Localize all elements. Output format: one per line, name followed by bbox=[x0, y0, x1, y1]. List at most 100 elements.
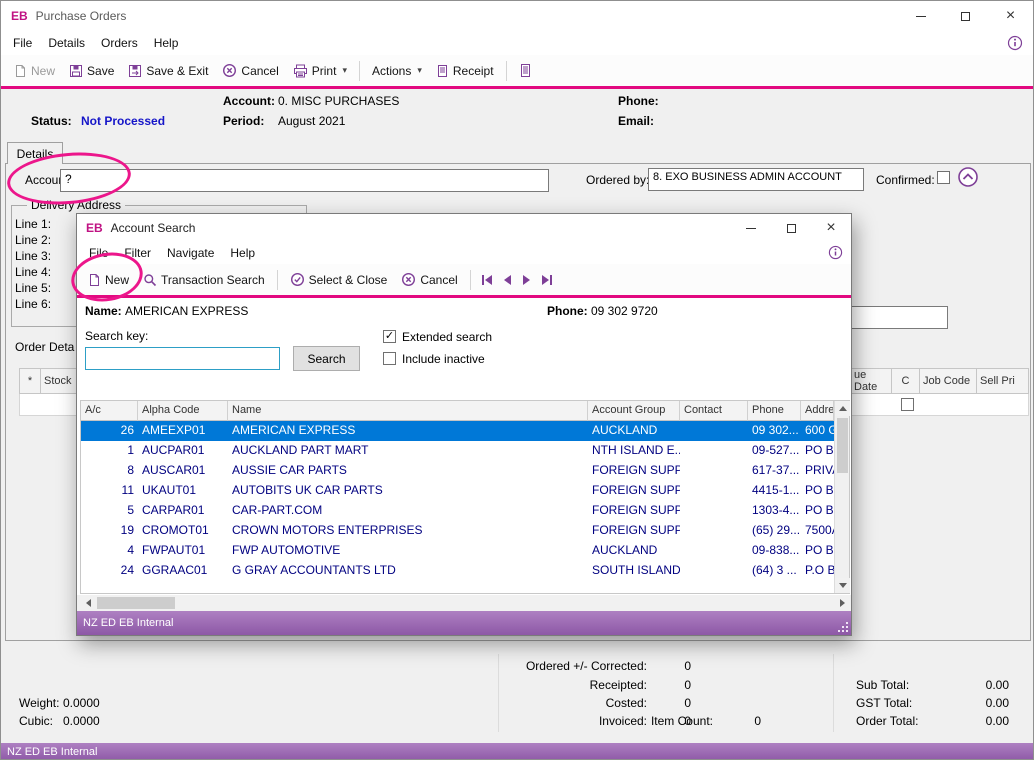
cell-contact bbox=[680, 541, 748, 561]
order-grid-header-left: * Stock bbox=[19, 368, 81, 394]
dialog-info-icon[interactable] bbox=[828, 245, 843, 263]
dialog-minimize-button[interactable] bbox=[731, 214, 771, 242]
cell-contact bbox=[680, 501, 748, 521]
print-dropdown-arrow-icon[interactable]: ▾ bbox=[342, 65, 347, 76]
previous-record-button[interactable] bbox=[498, 275, 517, 285]
col-header-phone[interactable]: Phone bbox=[748, 401, 801, 421]
account-row[interactable]: 19 CROMOT01 CROWN MOTORS ENTERPRISES FOR… bbox=[81, 521, 849, 541]
order-grid-col-sell-price[interactable]: Sell Pri bbox=[977, 368, 1029, 394]
account-row[interactable]: 4 FWPAUT01 FWP AUTOMOTIVE AUCKLAND 09-83… bbox=[81, 541, 849, 561]
search-button[interactable]: Search bbox=[293, 346, 360, 371]
col-header-alpha-code[interactable]: Alpha Code bbox=[138, 401, 228, 421]
next-record-button[interactable] bbox=[517, 275, 536, 285]
transaction-search-label: Transaction Search bbox=[161, 273, 265, 287]
print-button[interactable]: Print ▾ bbox=[286, 60, 354, 82]
col-header-ac[interactable]: A/c bbox=[81, 401, 138, 421]
minimize-button[interactable] bbox=[898, 1, 943, 31]
actions-button[interactable]: Actions ▾ bbox=[365, 60, 429, 82]
new-button[interactable]: New bbox=[7, 60, 62, 82]
grid-row-checkbox[interactable] bbox=[901, 398, 914, 411]
receipt-button[interactable]: Receipt bbox=[429, 60, 501, 82]
scroll-down-button[interactable] bbox=[835, 578, 850, 593]
horizontal-scrollbar[interactable] bbox=[80, 595, 850, 611]
receipt-icon bbox=[436, 64, 449, 78]
order-grid-col-stock[interactable]: Stock bbox=[41, 368, 81, 394]
dialog-menu-help[interactable]: Help bbox=[222, 243, 263, 263]
previous-record-icon bbox=[504, 275, 511, 285]
col-header-contact[interactable]: Contact bbox=[680, 401, 748, 421]
account-search-dialog: EB Account Search × File Filter Navigate… bbox=[76, 213, 852, 636]
order-grid-col-c[interactable]: C bbox=[892, 368, 920, 394]
cancel-button[interactable]: Cancel bbox=[215, 59, 285, 82]
menu-details[interactable]: Details bbox=[40, 33, 93, 53]
scroll-up-button[interactable] bbox=[835, 401, 850, 416]
order-grid-col-due-date[interactable]: ue Date bbox=[850, 368, 892, 394]
narrative-button[interactable] bbox=[512, 59, 539, 82]
account-input[interactable]: ? bbox=[60, 169, 549, 192]
horizontal-scroll-thumb[interactable] bbox=[97, 597, 175, 609]
search-input[interactable] bbox=[85, 347, 280, 370]
first-record-icon bbox=[482, 275, 484, 285]
order-grid-col-star[interactable]: * bbox=[19, 368, 41, 394]
extended-search-checkbox[interactable] bbox=[383, 330, 396, 343]
info-icon[interactable] bbox=[1007, 35, 1023, 54]
close-icon: × bbox=[826, 220, 835, 236]
small-input-field[interactable] bbox=[850, 306, 948, 329]
cell-address: PO BO bbox=[801, 541, 834, 561]
dialog-exo-logo: EB bbox=[86, 221, 103, 235]
include-inactive-checkbox[interactable] bbox=[383, 352, 396, 365]
select-close-button[interactable]: Select & Close bbox=[283, 268, 395, 291]
last-record-button[interactable] bbox=[536, 275, 558, 285]
cell-address: P.O B bbox=[801, 561, 834, 581]
dialog-menu-navigate[interactable]: Navigate bbox=[159, 243, 222, 263]
main-titlebar: EB Purchase Orders × bbox=[1, 1, 1033, 31]
order-grid-row-right bbox=[850, 394, 1029, 416]
account-row[interactable]: 26 AMEEXP01 AMERICAN EXPRESS AUCKLAND 09… bbox=[81, 421, 849, 441]
save-exit-button[interactable]: Save & Exit bbox=[121, 60, 215, 82]
maximize-button[interactable] bbox=[943, 1, 988, 31]
cell-address: PO BO bbox=[801, 501, 834, 521]
cell-group: FOREIGN SUPP... bbox=[588, 461, 680, 481]
confirmed-checkbox[interactable] bbox=[937, 171, 950, 184]
ordered-by-input[interactable]: 8. EXO BUSINESS ADMIN ACCOUNT bbox=[648, 168, 864, 191]
include-inactive-label: Include inactive bbox=[402, 352, 485, 366]
save-button[interactable]: Save bbox=[62, 60, 121, 82]
dialog-maximize-button[interactable] bbox=[771, 214, 811, 242]
dialog-close-button[interactable]: × bbox=[811, 214, 851, 242]
col-header-account-group[interactable]: Account Group bbox=[588, 401, 680, 421]
save-exit-floppy-icon bbox=[128, 64, 142, 78]
first-record-button[interactable] bbox=[476, 275, 498, 285]
account-row[interactable]: 5 CARPAR01 CAR-PART.COM FOREIGN SUPP... … bbox=[81, 501, 849, 521]
narrative-document-icon bbox=[519, 63, 532, 78]
cell-phone: (64) 3 ... bbox=[748, 561, 801, 581]
scroll-left-button[interactable] bbox=[80, 595, 96, 611]
close-button[interactable]: × bbox=[988, 1, 1033, 31]
maximize-icon bbox=[961, 12, 970, 21]
actions-dropdown-arrow-icon[interactable]: ▾ bbox=[417, 65, 422, 76]
account-row[interactable]: 24 GGRAAC01 G GRAY ACCOUNTANTS LTD SOUTH… bbox=[81, 561, 849, 581]
header-period-label: Period: bbox=[223, 114, 264, 128]
cell-phone: 09 302... bbox=[748, 421, 801, 441]
header-account-label: Account: bbox=[223, 94, 275, 108]
address-line2-label: Line 2: bbox=[15, 233, 51, 247]
cancel-circle-icon bbox=[222, 63, 237, 78]
scroll-right-button[interactable] bbox=[834, 595, 850, 611]
receipt-button-label: Receipt bbox=[453, 64, 494, 78]
col-header-name[interactable]: Name bbox=[228, 401, 588, 421]
menu-file[interactable]: File bbox=[5, 33, 40, 53]
menu-help[interactable]: Help bbox=[146, 33, 187, 53]
account-row[interactable]: 8 AUSCAR01 AUSSIE CAR PARTS FOREIGN SUPP… bbox=[81, 461, 849, 481]
account-row[interactable]: 1 AUCPAR01 AUCKLAND PART MART NTH ISLAND… bbox=[81, 441, 849, 461]
scroll-down-icon bbox=[839, 583, 847, 588]
col-header-address[interactable]: Addre... bbox=[801, 401, 834, 421]
collapse-chevron-button[interactable] bbox=[957, 166, 979, 191]
exo-logo: EB bbox=[11, 9, 28, 23]
dialog-cancel-button[interactable]: Cancel bbox=[394, 268, 464, 291]
vertical-scrollbar[interactable] bbox=[834, 401, 849, 593]
resize-grip[interactable] bbox=[837, 621, 849, 633]
transaction-search-button[interactable]: Transaction Search bbox=[136, 269, 272, 291]
menu-orders[interactable]: Orders bbox=[93, 33, 146, 53]
order-grid-col-job-code[interactable]: Job Code bbox=[920, 368, 977, 394]
account-row[interactable]: 11 UKAUT01 AUTOBITS UK CAR PARTS FOREIGN… bbox=[81, 481, 849, 501]
vertical-scroll-thumb[interactable] bbox=[837, 418, 848, 473]
